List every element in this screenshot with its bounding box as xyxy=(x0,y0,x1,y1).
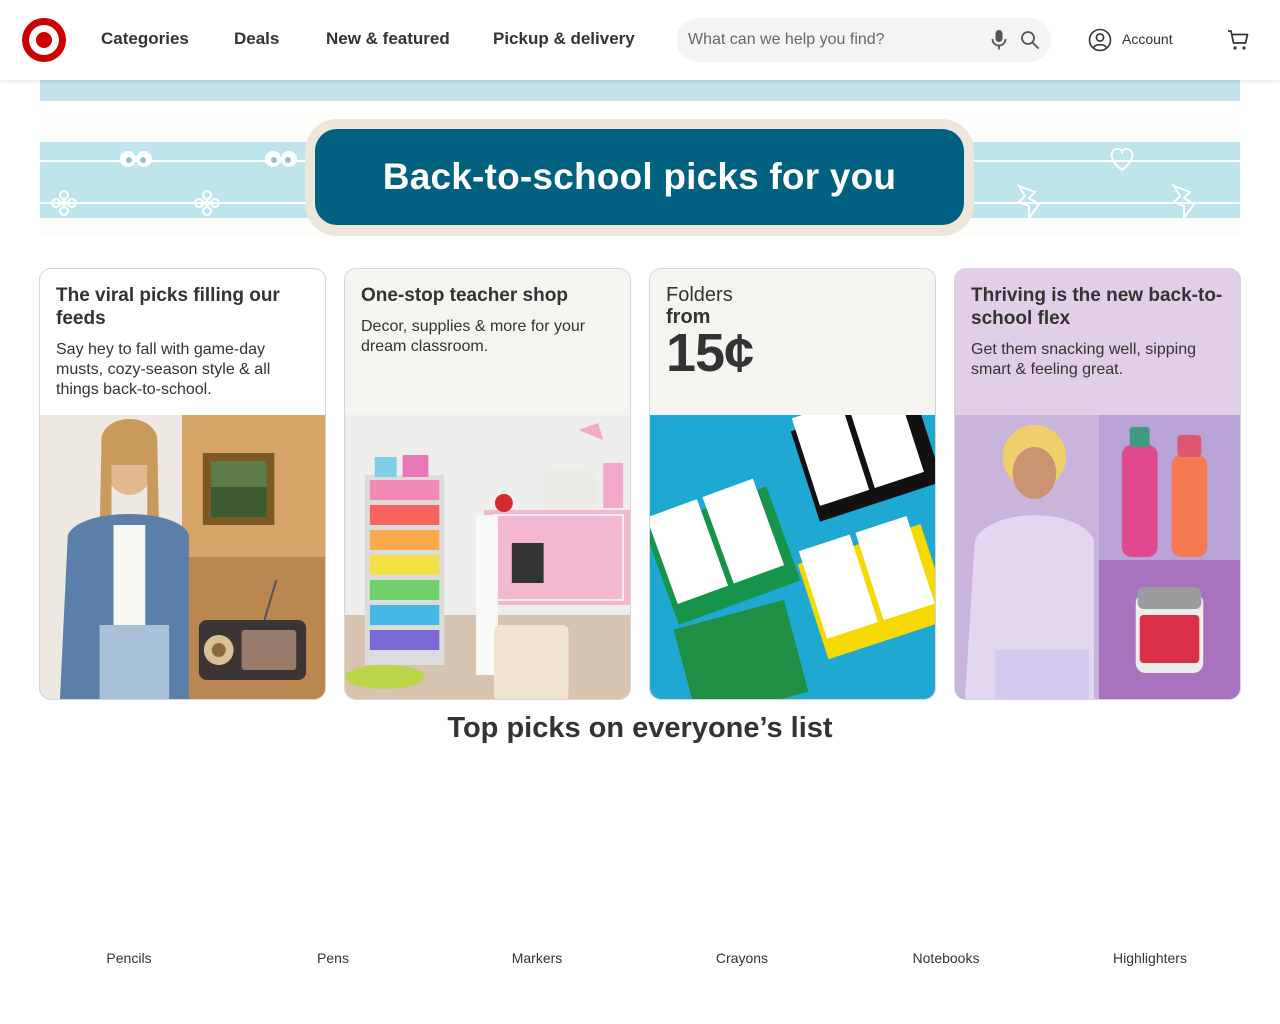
card-header: One-stop teacher shop Decor, supplies & … xyxy=(345,269,630,415)
promo-strip xyxy=(40,80,1240,101)
googly-eyes-icon xyxy=(120,151,152,167)
pick-highlighters[interactable]: Highlighters xyxy=(1090,950,1210,966)
nav-categories[interactable]: Categories xyxy=(101,29,189,49)
kids-wellness-image xyxy=(955,415,1240,699)
microphone-icon[interactable] xyxy=(989,29,1009,51)
flower-icon xyxy=(194,190,220,216)
nav-new-featured[interactable]: New & featured xyxy=(326,29,450,49)
googly-eyes-icon xyxy=(265,151,297,167)
card-folders-deal[interactable]: Folders from 15¢ xyxy=(649,268,936,700)
card-wellness[interactable]: Thriving is the new back-to-school flex … xyxy=(954,268,1241,700)
target-logo-icon[interactable] xyxy=(22,18,66,62)
card-description: Decor, supplies & more for your dream cl… xyxy=(361,318,586,355)
nav-deals[interactable]: Deals xyxy=(234,29,279,49)
pick-notebooks[interactable]: Notebooks xyxy=(886,950,1006,966)
card-description: Say hey to fall with game-day musts, coz… xyxy=(56,341,271,398)
folders-label: Folders xyxy=(666,284,733,306)
card-teacher-shop[interactable]: One-stop teacher shop Decor, supplies & … xyxy=(344,268,631,700)
pick-crayons[interactable]: Crayons xyxy=(682,950,802,966)
lightning-bolt-icon xyxy=(1016,184,1041,220)
shopping-cart-icon[interactable] xyxy=(1226,28,1250,52)
card-header: Thriving is the new back-to-school flex … xyxy=(955,269,1240,415)
card-title: Thriving is the new back-to-school flex xyxy=(971,285,1223,329)
pick-pens[interactable]: Pens xyxy=(273,950,393,966)
card-header: The viral picks filling our feeds Say he… xyxy=(40,269,325,415)
flower-icon xyxy=(51,190,77,216)
account-link[interactable]: Account xyxy=(1122,31,1173,47)
account-circle-icon[interactable] xyxy=(1088,28,1112,52)
site-header: Categories Deals New & featured Pickup &… xyxy=(0,0,1280,80)
banner-title: Back-to-school picks for you xyxy=(382,156,897,197)
fall-style-image xyxy=(40,415,325,699)
heart-icon xyxy=(1110,147,1134,172)
search-icon[interactable] xyxy=(1020,30,1040,50)
lightning-bolt-icon xyxy=(1171,184,1196,220)
classroom-supplies-image xyxy=(345,415,630,699)
top-picks-heading: Top picks on everyone’s list xyxy=(447,712,833,744)
pick-markers[interactable]: Markers xyxy=(477,950,597,966)
card-header: Folders from 15¢ xyxy=(650,269,935,415)
card-viral-picks[interactable]: The viral picks filling our feeds Say he… xyxy=(39,268,326,700)
banner-title-pill[interactable]: Back-to-school picks for you xyxy=(315,129,964,225)
search-input[interactable] xyxy=(688,18,978,62)
folders-price: 15¢ xyxy=(666,323,754,383)
card-title: One-stop teacher shop xyxy=(361,285,568,306)
card-title: The viral picks filling our feeds xyxy=(56,285,280,329)
nav-pickup-delivery[interactable]: Pickup & delivery xyxy=(493,29,635,49)
folders-image xyxy=(650,415,935,699)
card-description: Get them snacking well, sipping smart & … xyxy=(971,341,1196,378)
pick-pencils[interactable]: Pencils xyxy=(69,950,189,966)
